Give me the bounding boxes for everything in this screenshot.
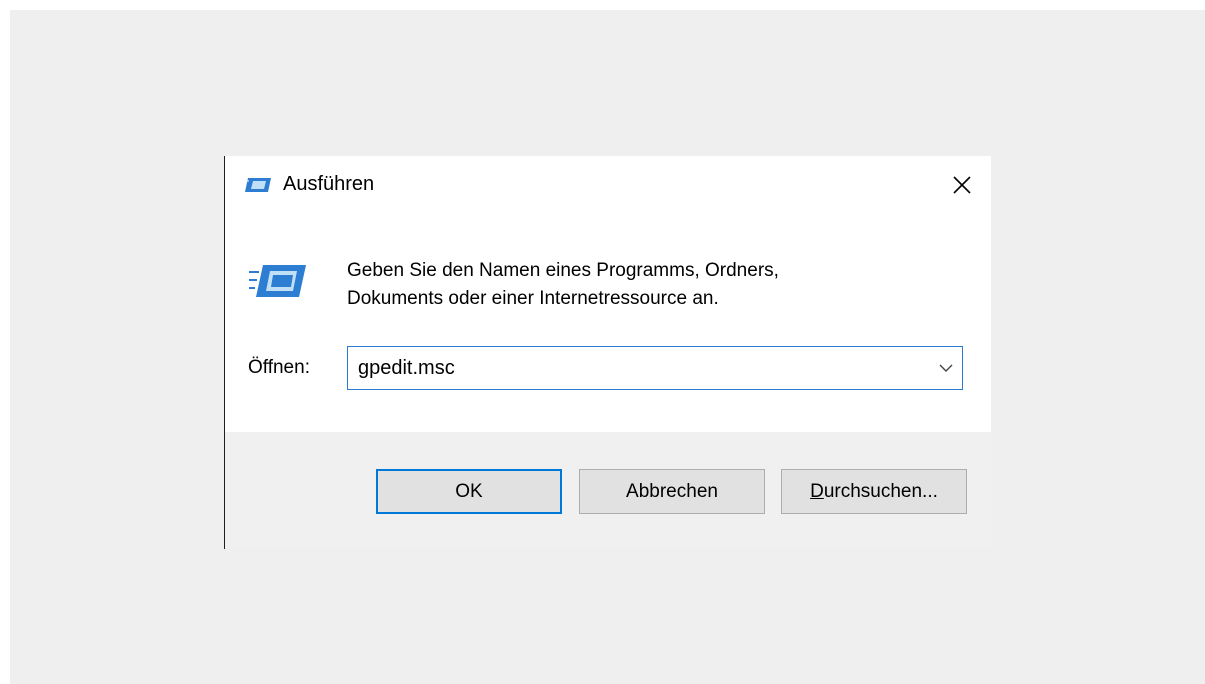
browse-button[interactable]: Durchsuchen... [781, 469, 967, 514]
close-icon [953, 176, 971, 194]
open-input[interactable] [358, 347, 918, 389]
close-button[interactable] [939, 162, 985, 208]
open-combobox[interactable] [347, 346, 963, 390]
chevron-down-icon [939, 364, 953, 372]
run-icon [244, 177, 272, 198]
open-label: Öffnen: [248, 357, 310, 378]
title-bar[interactable]: Ausführen [225, 156, 991, 214]
window-title: Ausführen [283, 173, 375, 195]
run-icon [249, 262, 307, 305]
instruction-line-1: Geben Sie den Namen eines Programms, Ord… [347, 260, 779, 281]
browse-label: urchsuchen... [823, 480, 938, 502]
instruction-line-2: Dokuments oder einer Internetressource a… [347, 288, 719, 309]
run-dialog: Ausführen Geben Sie den Namen eines Prog… [225, 156, 991, 548]
instruction-text: Geben Sie den Namen eines Programms, Ord… [347, 257, 907, 313]
ok-button[interactable]: OK [376, 469, 562, 514]
dialog-content: Geben Sie den Namen eines Programms, Ord… [225, 214, 991, 432]
browse-accesskey: D [810, 480, 824, 502]
dropdown-button[interactable] [937, 359, 955, 377]
cancel-button[interactable]: Abbrechen [579, 469, 765, 514]
